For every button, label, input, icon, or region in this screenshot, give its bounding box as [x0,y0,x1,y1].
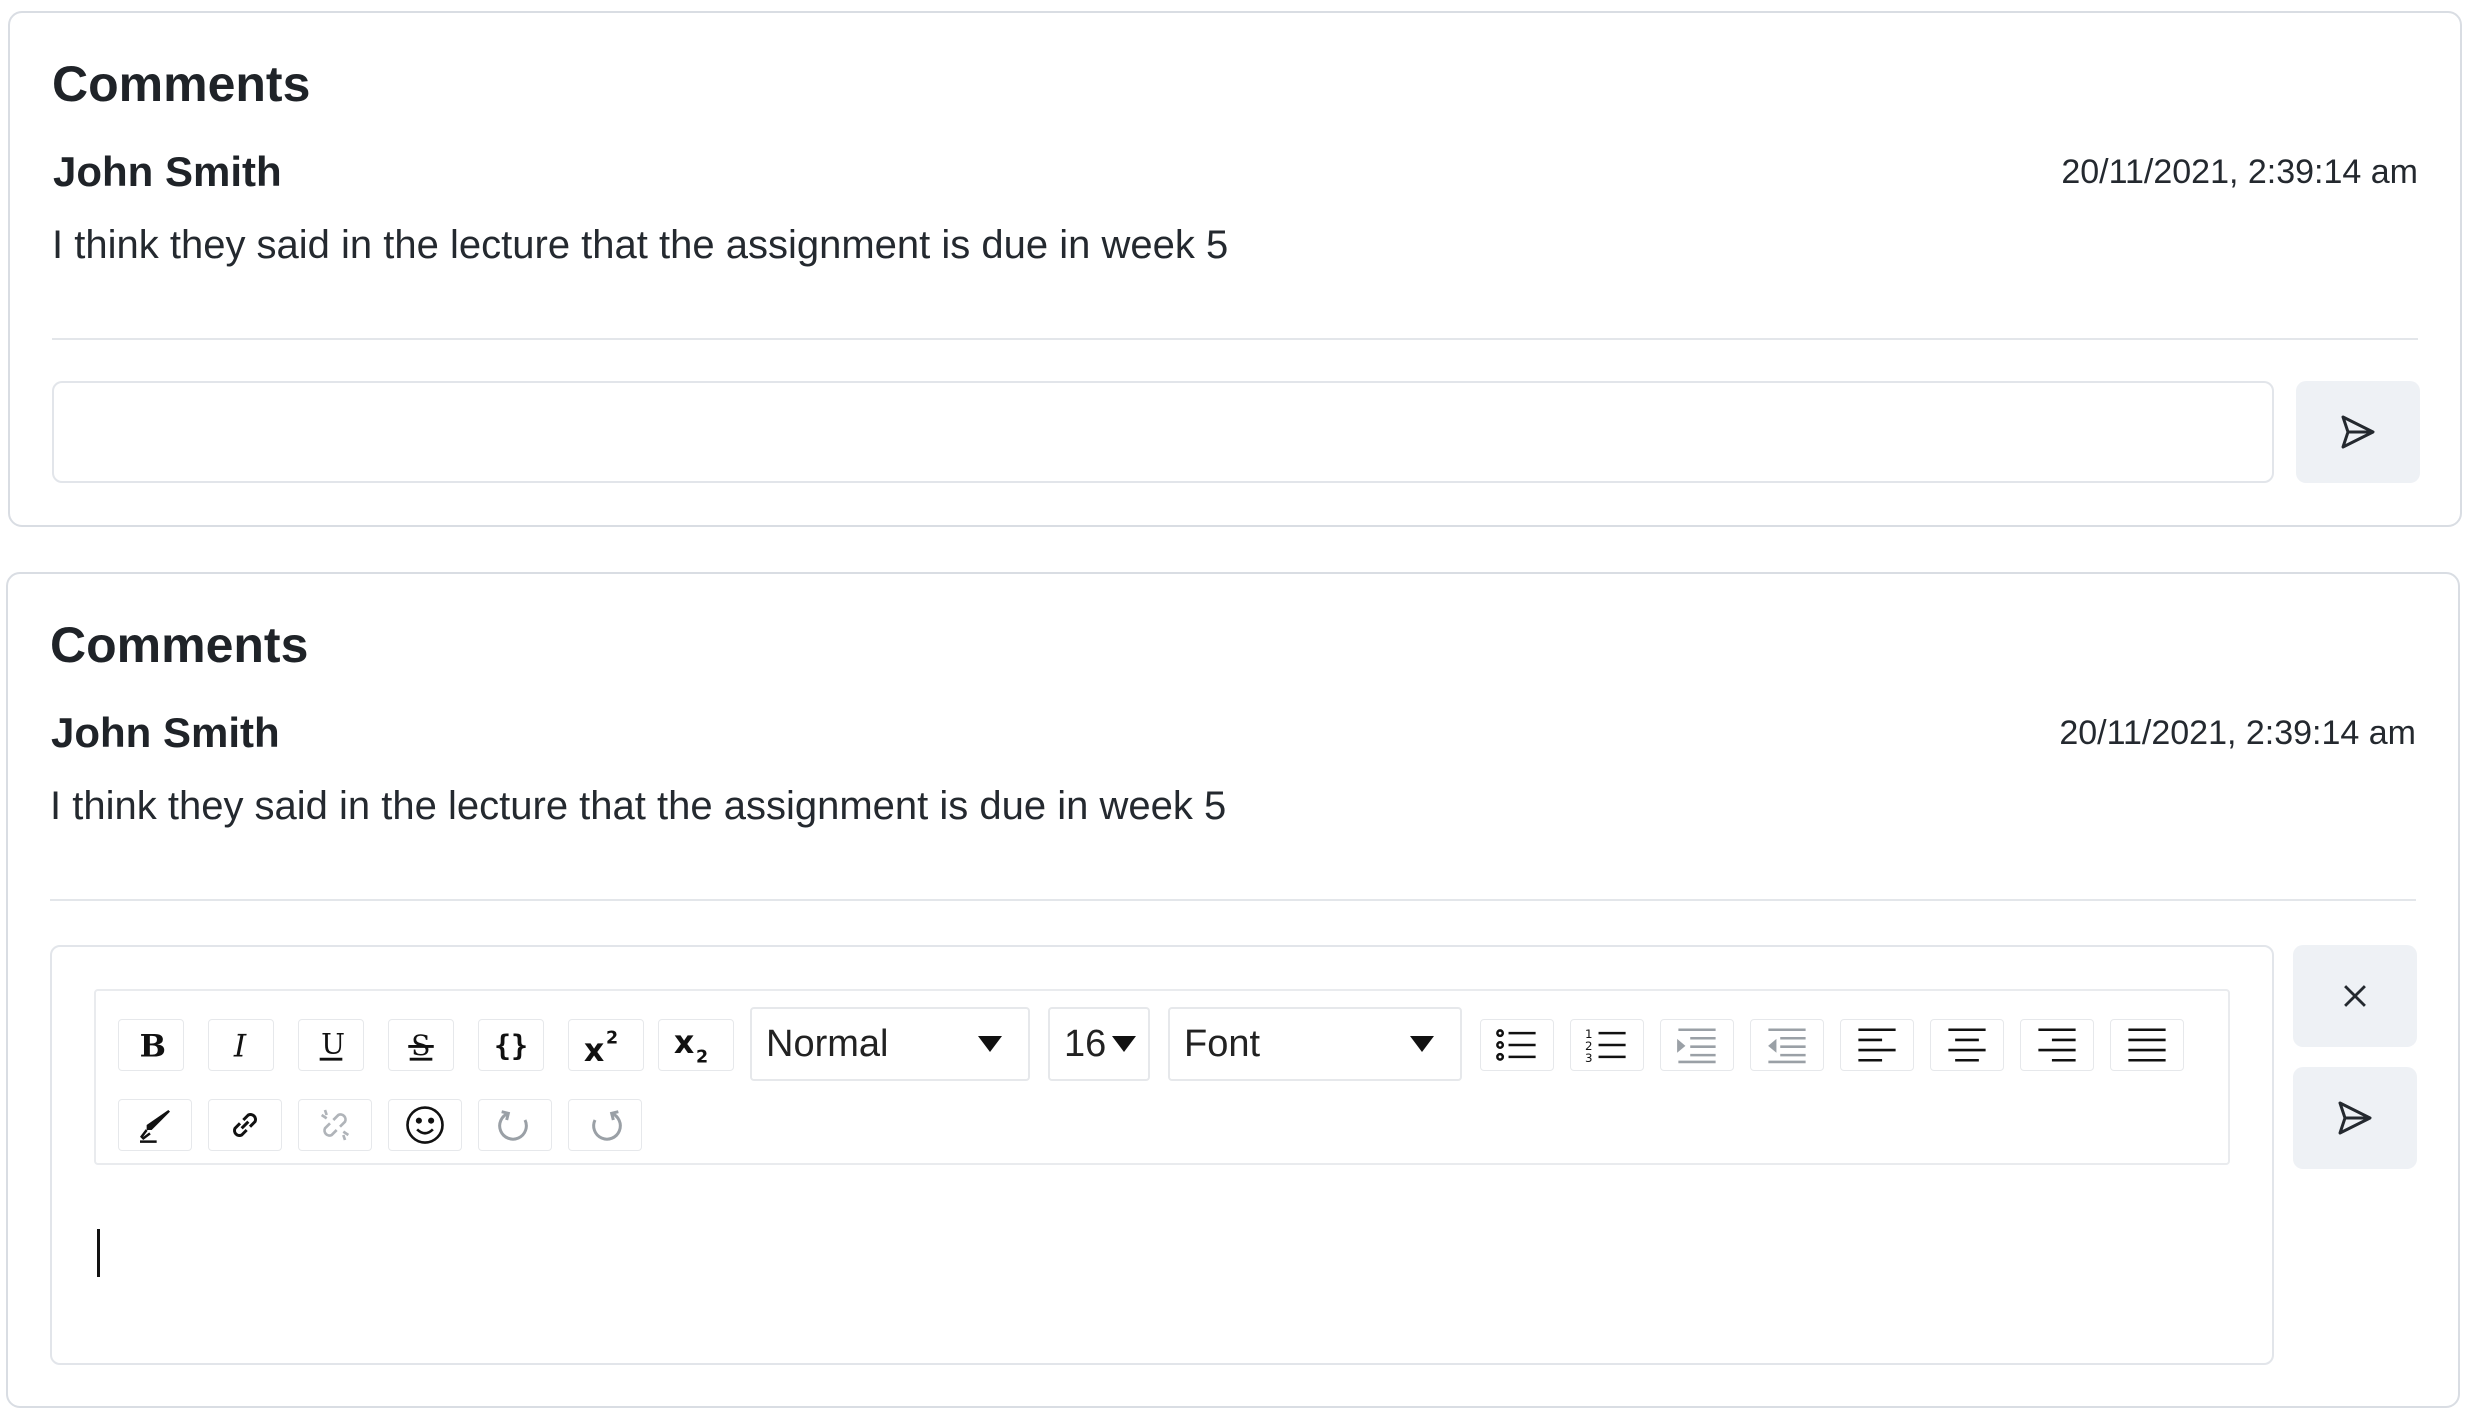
svg-text:I: I [233,1028,247,1062]
comment-author: John Smith [53,148,282,195]
chevron-down-icon [1112,1036,1136,1052]
superscript-button[interactable]: x2 [568,1019,644,1071]
subscript-icon: x2 [674,1026,708,1064]
emoji-button[interactable] [388,1099,462,1151]
font-size-value: 16 [1064,1022,1107,1065]
italic-icon: I [233,1028,247,1062]
font-family-value: Font [1184,1022,1261,1065]
underline-button[interactable]: U [298,1019,364,1071]
svg-text:3: 3 [1585,1051,1593,1064]
numbered-list-button[interactable]: 123 [1570,1019,1644,1071]
redo-button[interactable] [568,1099,642,1151]
comment-author: John Smith [51,709,280,756]
bold-button[interactable]: B [118,1019,184,1071]
send-button[interactable] [2293,1067,2417,1169]
align-left-icon [1858,1028,1896,1062]
block-format-select[interactable]: Normal [750,1007,1030,1081]
bulleted-list-button[interactable] [1480,1019,1554,1071]
divider [52,338,2418,340]
svg-text:2: 2 [696,1047,708,1064]
svg-text:{}: {} [494,1029,528,1062]
panel-title: Comments [52,56,311,112]
justify-button[interactable] [2110,1019,2184,1071]
align-right-button[interactable] [2020,1019,2094,1071]
chevron-down-icon [978,1036,1002,1052]
code-icon: {} [494,1029,528,1062]
comments-panel: Comments John Smith 20/11/2021, 2:39:14 … [8,11,2462,527]
outdent-icon [1768,1028,1806,1064]
svg-text:x: x [584,1033,604,1064]
comment-text: I think they said in the lecture that th… [50,784,1227,828]
redo-icon [592,1110,622,1141]
rich-text-editor[interactable]: B I U S {} x2 x2 Normal 16 Font 1 2 3 [50,945,2274,1365]
divider [50,899,2416,901]
subscript-button[interactable]: x2 [658,1019,734,1071]
close-icon [2344,985,2366,1007]
editor-toolbar: B I U S {} x2 x2 Normal 16 Font 1 2 3 [94,989,2230,1165]
unlink-icon [320,1109,350,1141]
link-button[interactable] [208,1099,282,1151]
send-icon [2338,1101,2372,1135]
undo-button[interactable] [478,1099,552,1151]
comments-panel-editing: Comments John Smith 20/11/2021, 2:39:14 … [6,572,2460,1408]
link-icon [233,1113,257,1137]
numbered-list-icon: 123 [1585,1027,1626,1064]
text-color-button[interactable] [118,1099,192,1151]
chevron-down-icon [1410,1036,1434,1052]
strikethrough-icon: S [408,1029,434,1062]
svg-text:x: x [674,1026,694,1061]
font-size-select[interactable]: 16 [1048,1007,1150,1081]
underline-icon: U [319,1028,345,1061]
strikethrough-button[interactable]: S [388,1019,454,1071]
comment-text: I think they said in the lecture that th… [52,223,1229,267]
unlink-button[interactable] [298,1099,372,1151]
text-cursor [97,1229,100,1277]
emoji-icon [406,1106,444,1144]
send-icon [2341,415,2375,449]
align-center-icon [1948,1028,1986,1062]
align-right-icon [2038,1028,2076,1062]
comment-input[interactable] [52,381,2274,483]
align-left-button[interactable] [1840,1019,1914,1071]
italic-button[interactable]: I [208,1019,274,1071]
outdent-button[interactable] [1750,1019,1824,1071]
justify-icon [2128,1028,2166,1062]
undo-icon [498,1110,528,1141]
close-button[interactable] [2293,945,2417,1047]
font-family-select[interactable]: Font [1168,1007,1462,1081]
align-center-button[interactable] [1930,1019,2004,1071]
indent-icon [1677,1028,1716,1064]
comment-timestamp: 20/11/2021, 2:39:14 am [2059,714,2416,752]
svg-text:2: 2 [606,1028,618,1048]
bold-icon: B [140,1028,166,1062]
panel-title: Comments [50,617,309,673]
bulleted-list-icon [1496,1029,1536,1061]
eyedropper-icon [140,1110,170,1143]
code-button[interactable]: {} [478,1019,544,1071]
indent-button[interactable] [1660,1019,1734,1071]
comment-timestamp: 20/11/2021, 2:39:14 am [2061,153,2418,191]
block-format-value: Normal [766,1022,889,1065]
svg-text:U: U [321,1028,345,1061]
superscript-icon: x2 [584,1028,618,1064]
send-button[interactable] [2296,381,2420,483]
svg-text:B: B [140,1028,166,1062]
